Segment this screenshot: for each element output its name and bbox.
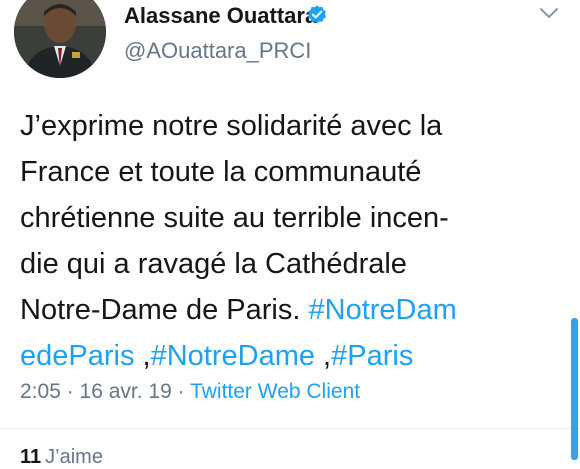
scrollbar[interactable]	[571, 318, 578, 460]
tweet-text-line: chrétienne suite au terrible incen-	[20, 195, 565, 241]
tweet-text-segment: ,	[134, 340, 151, 372]
verified-badge-icon	[308, 5, 326, 24]
tweet-text-line: edeParis ,#NotreDame ,#Paris	[20, 333, 565, 379]
meta-separator: ·	[60, 380, 80, 403]
hashtag-link[interactable]: #Paris	[331, 340, 413, 372]
tweet-text-line: Notre-Dame de Paris. #NotreDam	[20, 287, 565, 333]
author-display-name[interactable]: Alassane Ouattara	[124, 3, 317, 29]
tweet-text-segment: Notre-Dame de Paris.	[20, 294, 309, 326]
hashtag-link[interactable]: #NotreDame	[151, 340, 315, 372]
tweet-date[interactable]: 16 avr. 19	[80, 380, 172, 403]
tweet-metadata: 2:05 · 16 avr. 19 · Twitter Web Client	[20, 380, 360, 404]
tweet-time[interactable]: 2:05	[20, 380, 61, 403]
hashtag-link[interactable]: edeParis	[20, 340, 134, 372]
avatar[interactable]	[14, 0, 106, 78]
chevron-down-icon[interactable]	[538, 4, 560, 22]
meta-separator: ·	[171, 380, 191, 403]
tweet-text-segment: chrétienne suite au terrible incen-	[20, 202, 449, 234]
likes-label: J’aime	[45, 446, 103, 468]
tweet-text-segment: die qui a ravagé la Cathédrale	[20, 248, 407, 280]
author-handle[interactable]: @AOuattara_PRCI	[124, 38, 311, 64]
tweet-card: Alassane Ouattara @AOuattara_PRCI J’expr…	[0, 0, 580, 468]
tweet-text-line: die qui a ravagé la Cathédrale	[20, 241, 565, 287]
profile-photo-icon	[14, 0, 106, 78]
tweet-text-line: J’exprime notre solidarité avec la	[20, 103, 565, 149]
tweet-text-segment: France et toute la communauté	[20, 156, 422, 188]
likes-stat[interactable]: 11 J’aime	[20, 446, 103, 469]
likes-count: 11	[20, 446, 42, 468]
tweet-text-segment: ,	[315, 340, 332, 372]
tweet-text: J’exprime notre solidarité avec la France…	[20, 103, 565, 379]
hashtag-link[interactable]: #NotreDam	[309, 294, 457, 326]
tweet-text-line: France et toute la communauté	[20, 149, 565, 195]
tweet-source[interactable]: Twitter Web Client	[190, 380, 360, 403]
tweet-text-segment: J’exprime notre solidarité avec la	[20, 110, 443, 142]
divider	[0, 428, 580, 429]
